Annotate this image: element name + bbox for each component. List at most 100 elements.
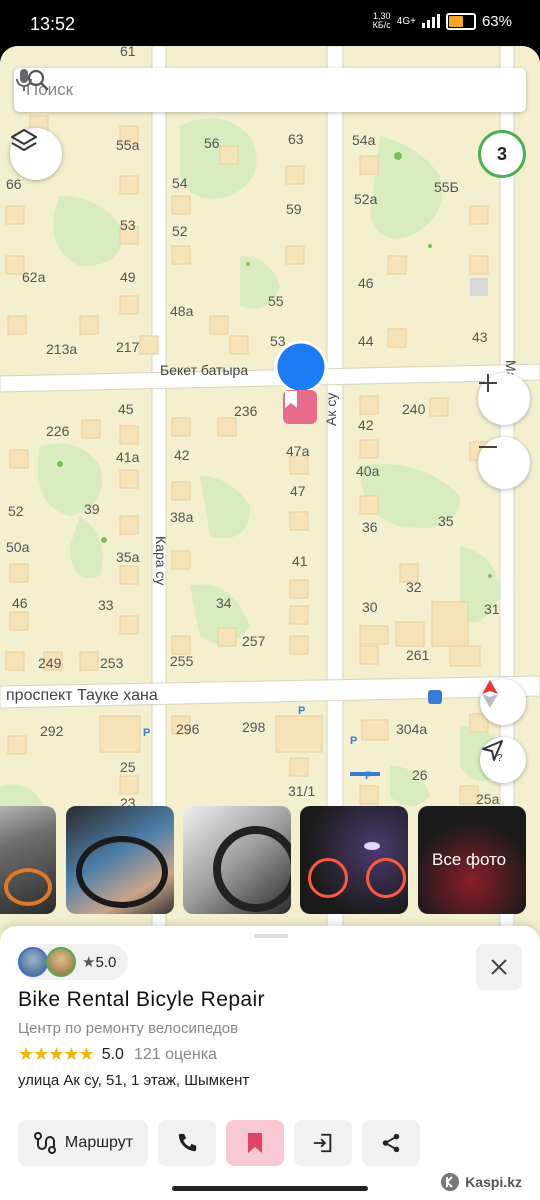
avatar <box>18 947 48 977</box>
svg-text:298: 298 <box>242 719 266 735</box>
svg-text:35: 35 <box>438 513 454 529</box>
svg-text:253: 253 <box>100 655 124 671</box>
reviewers-rating-chip[interactable]: ★5.0 <box>18 944 129 980</box>
svg-text:46: 46 <box>12 595 28 611</box>
compass-button[interactable] <box>480 679 526 725</box>
svg-text:43: 43 <box>472 329 488 345</box>
avatar <box>46 947 76 977</box>
place-card: ★5.0 Bike Rental Bicyle Repair Центр по … <box>0 926 540 1200</box>
battery-percent: 63% <box>481 12 512 30</box>
svg-text:42: 42 <box>358 417 374 433</box>
svg-text:39: 39 <box>84 501 100 517</box>
photo-thumbnail[interactable] <box>0 806 56 914</box>
close-button[interactable] <box>476 944 522 990</box>
svg-text:47а: 47а <box>286 443 310 459</box>
svg-text:32: 32 <box>406 579 422 595</box>
svg-text:26: 26 <box>412 767 428 783</box>
photo-thumbnail[interactable] <box>183 806 291 914</box>
bookmark-button[interactable] <box>226 1120 284 1166</box>
svg-text:49: 49 <box>120 269 136 285</box>
cluster-badge[interactable]: 3 <box>478 130 526 178</box>
svg-text:47: 47 <box>290 483 306 499</box>
svg-text:35а: 35а <box>116 549 140 565</box>
svg-text:56: 56 <box>204 135 220 151</box>
svg-text:55а: 55а <box>116 137 140 153</box>
svg-text:54: 54 <box>172 175 188 191</box>
sheet-handle[interactable] <box>254 934 288 938</box>
street-label-beket-batyra: Бекет батыра <box>160 362 248 378</box>
rating-row[interactable]: ★★★★★ 5.0 121 оценка <box>18 1044 217 1065</box>
star-icon: ★ <box>82 954 96 971</box>
location-arrow-icon: ? <box>482 740 503 763</box>
svg-text:63: 63 <box>288 131 304 147</box>
bookmark-icon <box>285 391 297 408</box>
svg-text:261: 261 <box>406 647 430 663</box>
svg-text:P: P <box>143 727 150 739</box>
open-button[interactable] <box>294 1120 352 1166</box>
place-title: Bike Rental Bicyle Repair <box>18 988 265 1011</box>
svg-text:54а: 54а <box>352 132 376 148</box>
svg-text:42: 42 <box>174 447 190 463</box>
compass-icon <box>482 680 498 708</box>
layers-icon <box>11 129 37 151</box>
svg-text:292: 292 <box>40 723 64 739</box>
photo-thumbnail[interactable] <box>300 806 408 914</box>
svg-text:52: 52 <box>172 223 188 239</box>
share-icon <box>382 1133 400 1153</box>
svg-text:P: P <box>350 735 357 747</box>
minus-icon <box>479 446 497 448</box>
layers-button[interactable] <box>10 128 62 180</box>
status-time: 13:52 <box>30 14 76 34</box>
kaspi-logo-icon <box>441 1173 460 1191</box>
svg-text:66: 66 <box>6 176 22 192</box>
svg-text:61: 61 <box>120 46 136 59</box>
svg-text:304а: 304а <box>396 721 427 737</box>
svg-text:38а: 38а <box>170 509 194 525</box>
search-bar[interactable] <box>14 68 526 112</box>
rating-count: 121 оценка <box>133 1045 217 1063</box>
my-location-button[interactable]: ? <box>480 737 526 783</box>
svg-text:40а: 40а <box>356 463 380 479</box>
place-marker-icon[interactable] <box>283 390 317 424</box>
svg-text:P: P <box>298 705 305 717</box>
svg-text:41: 41 <box>292 553 308 569</box>
plus-icon <box>479 374 497 392</box>
svg-text:240: 240 <box>402 401 426 417</box>
svg-text:44: 44 <box>358 333 374 349</box>
place-address: улица Ак су, 51, 1 этаж, Шымкент <box>18 1072 250 1089</box>
svg-text:?: ? <box>497 753 503 763</box>
svg-text:217: 217 <box>116 339 140 355</box>
svg-text:25: 25 <box>120 759 136 775</box>
route-button[interactable]: Маршрут <box>18 1120 148 1166</box>
photo-strip[interactable]: Все фото <box>0 806 540 918</box>
svg-text:62а: 62а <box>22 269 46 285</box>
svg-text:41а: 41а <box>116 449 140 465</box>
gesture-bar <box>172 1186 368 1191</box>
maps-app: Бекет батыра Ак су Кара су проспект Таук… <box>0 46 540 1200</box>
share-button[interactable] <box>362 1120 420 1166</box>
gray-building <box>470 278 488 296</box>
svg-text:236: 236 <box>234 403 258 419</box>
route-label: Маршрут <box>64 1134 134 1151</box>
call-button[interactable] <box>158 1120 216 1166</box>
svg-text:255: 255 <box>170 653 194 669</box>
battery-icon <box>445 12 476 30</box>
svg-text:36: 36 <box>362 519 378 535</box>
photo-thumbnail[interactable] <box>66 806 174 914</box>
svg-text:296: 296 <box>176 721 200 737</box>
status-bar: 13:52 1,30 КБ/с 4G+ 63% <box>0 0 540 48</box>
svg-text:257: 257 <box>242 633 266 649</box>
svg-text:34: 34 <box>216 595 232 611</box>
rating-badge: ★5.0 <box>82 954 117 971</box>
zoom-out-button[interactable] <box>478 437 530 489</box>
svg-text:50а: 50а <box>6 539 30 555</box>
microphone-icon[interactable] <box>14 68 34 92</box>
zoom-in-button[interactable] <box>478 373 530 425</box>
search-input[interactable] <box>24 79 428 101</box>
all-photos-button[interactable]: Все фото <box>418 806 526 914</box>
svg-text:55Б: 55Б <box>434 179 459 195</box>
street-label-kara-su: Кара су <box>153 536 169 585</box>
network-speed: 1,30 КБ/с <box>372 11 391 30</box>
svg-text:31: 31 <box>484 601 500 617</box>
status-indicators: 1,30 КБ/с 4G+ 63% <box>373 12 512 30</box>
